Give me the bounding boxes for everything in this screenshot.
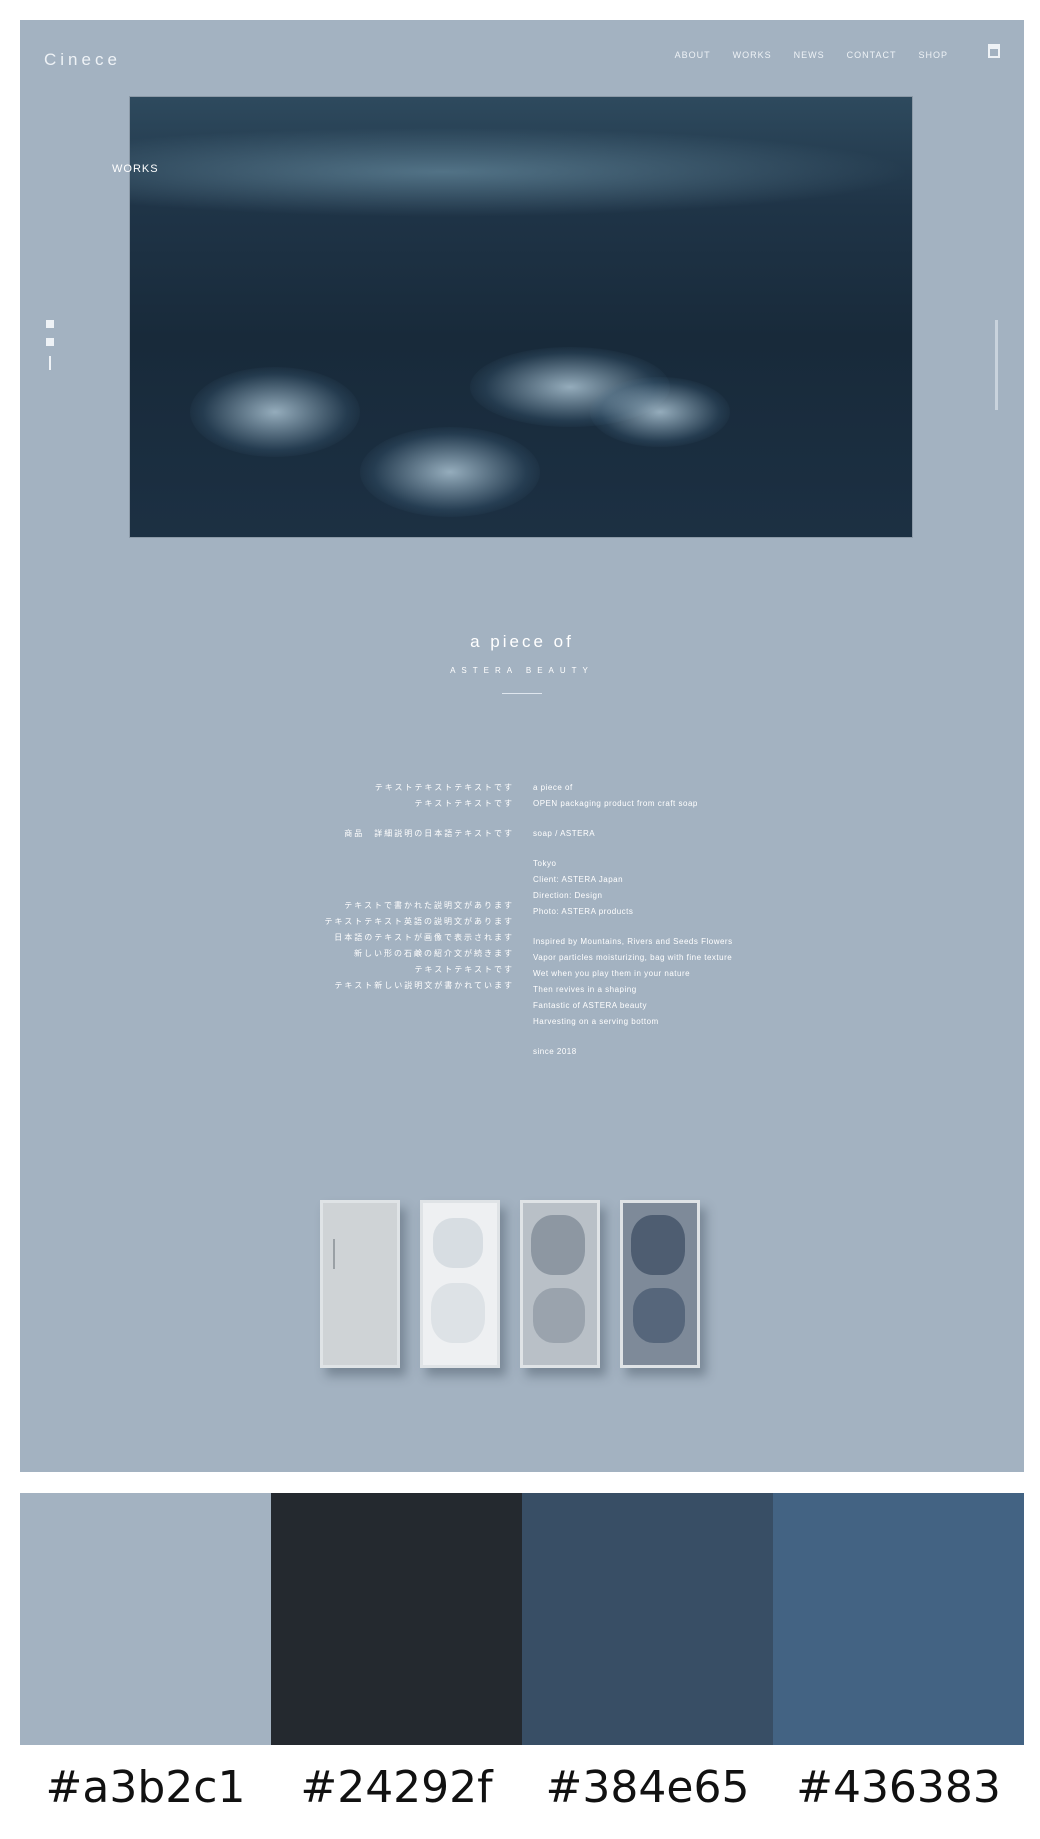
color-palette	[20, 1493, 1024, 1745]
swatch-4	[773, 1493, 1024, 1745]
desc-line: Fantastic of ASTERA beauty	[533, 1001, 647, 1010]
swatch-3	[522, 1493, 773, 1745]
wave-foam	[190, 367, 360, 457]
hex-label: #436383	[796, 1762, 1001, 1813]
desc-line: a piece of	[533, 783, 573, 792]
desc-line: テキストテキストテキストです	[374, 783, 514, 792]
desc-line: Client: ASTERA Japan	[533, 875, 624, 884]
soap-box-light	[420, 1200, 500, 1368]
soap-box-medium	[520, 1200, 600, 1368]
desc-line: soap / ASTERA	[533, 829, 596, 838]
desc-line: Tokyo	[533, 859, 557, 868]
desc-line: Harvesting on a serving bottom	[533, 1017, 659, 1026]
product-subtitle: ASTERA BEAUTY	[450, 666, 594, 675]
hex-labels: #a3b2c1 #24292f #384e65 #436383	[20, 1762, 1024, 1813]
hero-image	[130, 97, 912, 537]
nav-shop[interactable]: SHOP	[918, 50, 948, 60]
desc-line: テキストで書かれた説明文があります	[344, 901, 514, 910]
product-photo	[320, 1200, 700, 1368]
desc-line: Vapor particles moisturizing, bag with f…	[533, 953, 733, 962]
nav-contact[interactable]: CONTACT	[847, 50, 897, 60]
sleeve-label	[333, 1239, 355, 1269]
desc-line: Wet when you play them in your nature	[533, 969, 691, 978]
wave-foam	[590, 377, 730, 447]
divider-line	[49, 356, 51, 370]
desc-line: 日本語のテキストが画像で表示されます	[334, 933, 514, 942]
nav-news[interactable]: NEWS	[794, 50, 825, 60]
desc-line: テキスト新しい説明文が書かれています	[334, 981, 514, 990]
desc-line: 新しい形の石鹸の紹介文が続きます	[354, 949, 514, 958]
hex-label: #24292f	[300, 1762, 493, 1813]
soap-box-dark	[620, 1200, 700, 1368]
hex-label: #384e65	[545, 1762, 750, 1813]
instagram-icon[interactable]	[46, 338, 54, 346]
site-logo[interactable]: Cinece	[44, 50, 121, 70]
sky-haze	[130, 127, 912, 217]
description-japanese: テキストテキストテキストです テキストテキストです 商品 詳細説明の日本語テキス…	[324, 780, 514, 994]
product-title-block: a piece of ASTERA BEAUTY	[20, 632, 1024, 694]
cart-icon[interactable]	[988, 44, 1000, 58]
title-divider	[502, 693, 542, 694]
desc-line: 商品 詳細説明の日本語テキストです	[344, 829, 514, 838]
nav-about[interactable]: ABOUT	[675, 50, 711, 60]
hex-label: #a3b2c1	[45, 1762, 246, 1813]
desc-line: Direction: Design	[533, 891, 603, 900]
desc-line: Photo: ASTERA products	[533, 907, 634, 916]
wave-foam	[360, 427, 540, 517]
product-title: a piece of	[470, 632, 574, 651]
swatch-1	[20, 1493, 271, 1745]
main-nav: ABOUT WORKS NEWS CONTACT SHOP	[675, 50, 948, 60]
nav-works[interactable]: WORKS	[733, 50, 772, 60]
social-links	[46, 320, 54, 370]
desc-line: テキストテキストです	[414, 965, 514, 974]
desc-line: since 2018	[533, 1047, 577, 1056]
hero-label: WORKS	[112, 163, 159, 175]
website-screenshot: Cinece ABOUT WORKS NEWS CONTACT SHOP WOR…	[20, 20, 1024, 1472]
description-english: a piece of OPEN packaging product from c…	[533, 780, 733, 1060]
facebook-icon[interactable]	[46, 320, 54, 328]
swatch-2	[271, 1493, 522, 1745]
desc-line: Then revives in a shaping	[533, 985, 637, 994]
desc-line: OPEN packaging product from craft soap	[533, 799, 698, 808]
desc-line: テキストテキストです	[414, 799, 514, 808]
scroll-indicator	[995, 320, 998, 410]
desc-line: Inspired by Mountains, Rivers and Seeds …	[533, 937, 733, 946]
soap-box-sleeve	[320, 1200, 400, 1368]
desc-line: テキストテキスト英語の説明文があります	[324, 917, 514, 926]
